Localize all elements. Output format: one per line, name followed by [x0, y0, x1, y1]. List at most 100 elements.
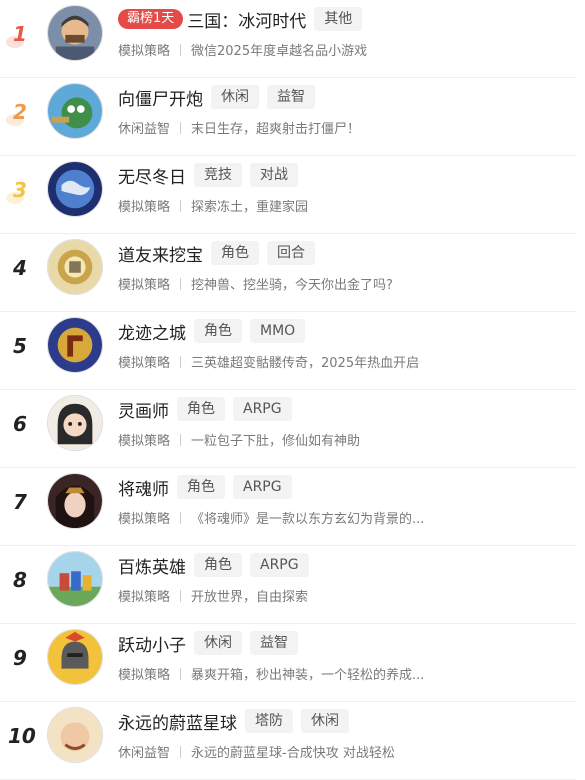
- list-item[interactable]: 7 将魂师 角色 ARPG 模拟策略 《将魂师》是一款以东方玄幻为背景的...: [0, 468, 576, 546]
- game-avatar[interactable]: [47, 161, 103, 217]
- game-category: 模拟策略: [118, 668, 171, 683]
- genre-tag[interactable]: 其他: [314, 7, 363, 31]
- rank-number: 3: [13, 178, 27, 202]
- game-category: 模拟策略: [118, 590, 171, 605]
- game-avatar[interactable]: [47, 629, 103, 685]
- genre-tag[interactable]: 休闲: [194, 631, 242, 655]
- game-icon: [48, 630, 102, 684]
- rank-number: 8: [13, 568, 27, 592]
- list-item[interactable]: 1 霸榜1天 三国：冰河时代 其他 模拟策略 微信2025年度卓越名品小游戏: [0, 0, 576, 78]
- game-icon: [48, 240, 102, 294]
- game-category: 休闲益智: [118, 746, 171, 761]
- genre-tag[interactable]: ARPG: [233, 397, 292, 421]
- game-description: 开放世界，自由探索: [191, 590, 309, 605]
- genre-tag[interactable]: 角色: [177, 475, 225, 499]
- game-avatar[interactable]: [47, 83, 103, 139]
- game-icon: [48, 708, 102, 762]
- game-name[interactable]: 龙迹之城: [118, 319, 186, 344]
- game-name[interactable]: 向僵尸开炮: [118, 85, 203, 110]
- game-description: 永远的蔚蓝星球-合成快攻 对战轻松: [191, 746, 395, 761]
- list-item[interactable]: 9 跃动小子 休闲 益智 模拟策略 暴爽开箱，秒出神装，一个轻松的养成...: [0, 624, 576, 702]
- game-name[interactable]: 灵画师: [118, 397, 169, 422]
- game-category: 模拟策略: [118, 512, 171, 527]
- game-name[interactable]: 将魂师: [118, 475, 169, 500]
- game-icon: [48, 6, 102, 60]
- game-description: 三英雄超变骷髅传奇，2025年热血开启: [191, 356, 420, 371]
- game-avatar[interactable]: [47, 473, 103, 529]
- genre-tag[interactable]: 竞技: [194, 163, 242, 187]
- game-name[interactable]: 道友来挖宝: [118, 241, 203, 266]
- game-description: 暴爽开箱，秒出神装，一个轻松的养成...: [191, 668, 425, 683]
- game-description: 一粒包子下肚，修仙如有神助: [191, 434, 361, 449]
- divider: [180, 667, 182, 680]
- game-icon: [48, 474, 102, 528]
- game-description: 挖神兽、挖坐骑，今天你出金了吗?: [191, 278, 393, 293]
- game-name[interactable]: 跃动小子: [118, 631, 186, 656]
- game-icon: [48, 84, 102, 138]
- game-avatar[interactable]: [47, 5, 103, 61]
- rank-number: 10: [8, 724, 36, 748]
- game-icon: [48, 396, 102, 450]
- list-item[interactable]: 10 永远的蔚蓝星球 塔防 休闲 休闲益智 永远的蔚蓝星球-合成快攻 对战轻松: [0, 702, 576, 780]
- game-description: 探索冻土，重建家园: [191, 200, 309, 215]
- game-avatar[interactable]: [47, 239, 103, 295]
- game-name[interactable]: 永远的蔚蓝星球: [118, 709, 237, 734]
- rank-number: 1: [13, 22, 27, 46]
- game-name[interactable]: 无尽冬日: [118, 163, 186, 188]
- divider: [180, 511, 182, 524]
- divider: [180, 589, 182, 602]
- rank-number: 7: [13, 490, 27, 514]
- rank-number: 6: [13, 412, 27, 436]
- divider: [180, 199, 182, 212]
- rank-number: 4: [13, 256, 27, 280]
- genre-tag[interactable]: 角色: [194, 319, 242, 343]
- top-badge: 霸榜1天: [118, 9, 184, 29]
- divider: [180, 355, 182, 368]
- genre-tag[interactable]: 回合: [267, 241, 315, 265]
- rank-number: 2: [13, 100, 27, 124]
- game-description: 末日生存，超爽射击打僵尸！: [191, 122, 361, 137]
- genre-tag[interactable]: 益智: [250, 631, 298, 655]
- rank-number: 5: [13, 334, 27, 358]
- game-name[interactable]: 三国：冰河时代: [187, 7, 306, 32]
- game-name[interactable]: 百炼英雄: [118, 553, 186, 578]
- game-category: 模拟策略: [118, 434, 171, 449]
- genre-tag[interactable]: ARPG: [233, 475, 292, 499]
- game-category: 模拟策略: [118, 200, 171, 215]
- list-item[interactable]: 4 道友来挖宝 角色 回合 模拟策略 挖神兽、挖坐骑，今天你出金了吗?: [0, 234, 576, 312]
- game-icon: [48, 162, 102, 216]
- game-category: 模拟策略: [118, 278, 171, 293]
- game-category: 模拟策略: [118, 44, 171, 59]
- genre-tag[interactable]: 角色: [211, 241, 259, 265]
- list-item[interactable]: 6 灵画师 角色 ARPG 模拟策略 一粒包子下肚，修仙如有神助: [0, 390, 576, 468]
- genre-tag[interactable]: 塔防: [245, 709, 293, 733]
- game-category: 模拟策略: [118, 356, 171, 371]
- divider: [180, 277, 182, 290]
- genre-tag[interactable]: 角色: [177, 397, 225, 421]
- game-description: 《将魂师》是一款以东方玄幻为背景的...: [191, 512, 425, 527]
- list-item[interactable]: 8 百炼英雄 角色 ARPG 模拟策略 开放世界，自由探索: [0, 546, 576, 624]
- divider: [180, 121, 182, 134]
- game-icon: [48, 552, 102, 606]
- rank-number: 9: [13, 646, 27, 670]
- game-ranking-list: 1 霸榜1天 三国：冰河时代 其他 模拟策略 微信2025年度卓越名品小游戏 2: [0, 0, 585, 780]
- game-icon: [48, 318, 102, 372]
- game-avatar[interactable]: [47, 551, 103, 607]
- genre-tag[interactable]: ARPG: [250, 553, 309, 577]
- game-avatar[interactable]: [47, 395, 103, 451]
- genre-tag[interactable]: 对战: [250, 163, 298, 187]
- genre-tag[interactable]: 休闲: [301, 709, 349, 733]
- genre-tag[interactable]: MMO: [250, 319, 306, 343]
- list-item[interactable]: 2 向僵尸开炮 休闲 益智 休闲益智 末日生存，超爽射击打僵尸！: [0, 78, 576, 156]
- divider: [180, 745, 182, 758]
- game-avatar[interactable]: [47, 707, 103, 763]
- divider: [180, 433, 182, 446]
- list-item[interactable]: 5 龙迹之城 角色 MMO 模拟策略 三英雄超变骷髅传奇，2025年热血开启: [0, 312, 576, 390]
- game-avatar[interactable]: [47, 317, 103, 373]
- genre-tag[interactable]: 休闲: [211, 85, 259, 109]
- divider: [180, 43, 182, 56]
- genre-tag[interactable]: 益智: [267, 85, 315, 109]
- list-item[interactable]: 3 无尽冬日 竞技 对战 模拟策略 探索冻土，重建家园: [0, 156, 576, 234]
- game-category: 休闲益智: [118, 122, 171, 137]
- genre-tag[interactable]: 角色: [194, 553, 242, 577]
